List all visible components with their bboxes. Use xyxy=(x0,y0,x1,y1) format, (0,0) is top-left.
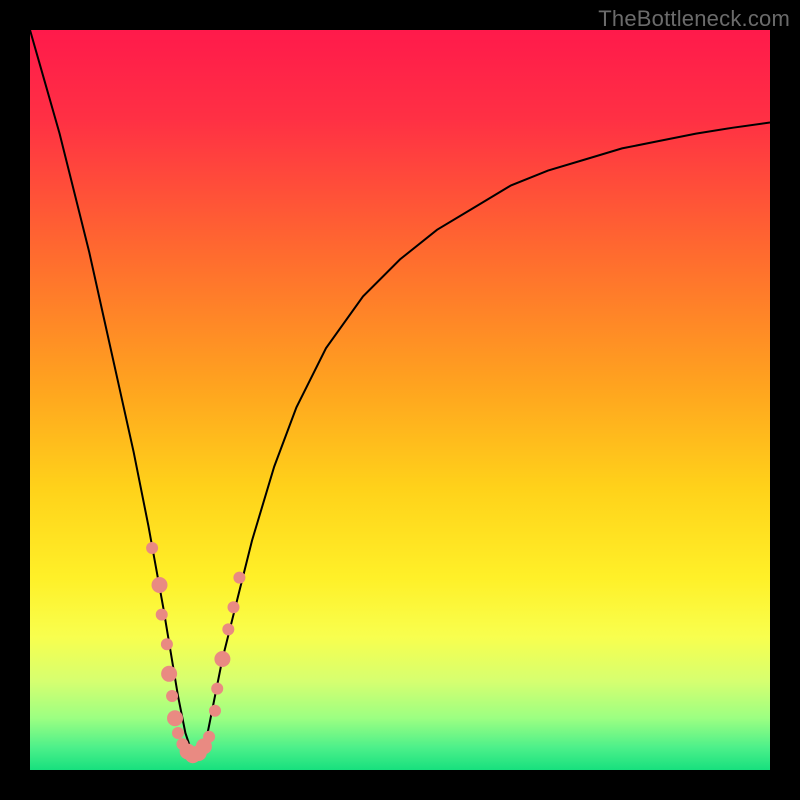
sample-marker xyxy=(211,683,223,695)
outer-frame: TheBottleneck.com xyxy=(0,0,800,800)
sample-marker xyxy=(146,542,158,554)
sample-marker xyxy=(152,577,168,593)
sample-marker xyxy=(172,727,184,739)
sample-marker xyxy=(166,690,178,702)
sample-marker xyxy=(209,705,221,717)
sample-marker xyxy=(222,623,234,635)
sample-marker xyxy=(156,609,168,621)
sample-marker xyxy=(233,572,245,584)
bottleneck-chart xyxy=(30,30,770,770)
sample-marker xyxy=(214,651,230,667)
sample-marker xyxy=(161,666,177,682)
watermark-text: TheBottleneck.com xyxy=(598,6,790,32)
sample-marker xyxy=(228,601,240,613)
sample-marker xyxy=(161,638,173,650)
sample-marker xyxy=(167,710,183,726)
sample-marker xyxy=(203,731,215,743)
